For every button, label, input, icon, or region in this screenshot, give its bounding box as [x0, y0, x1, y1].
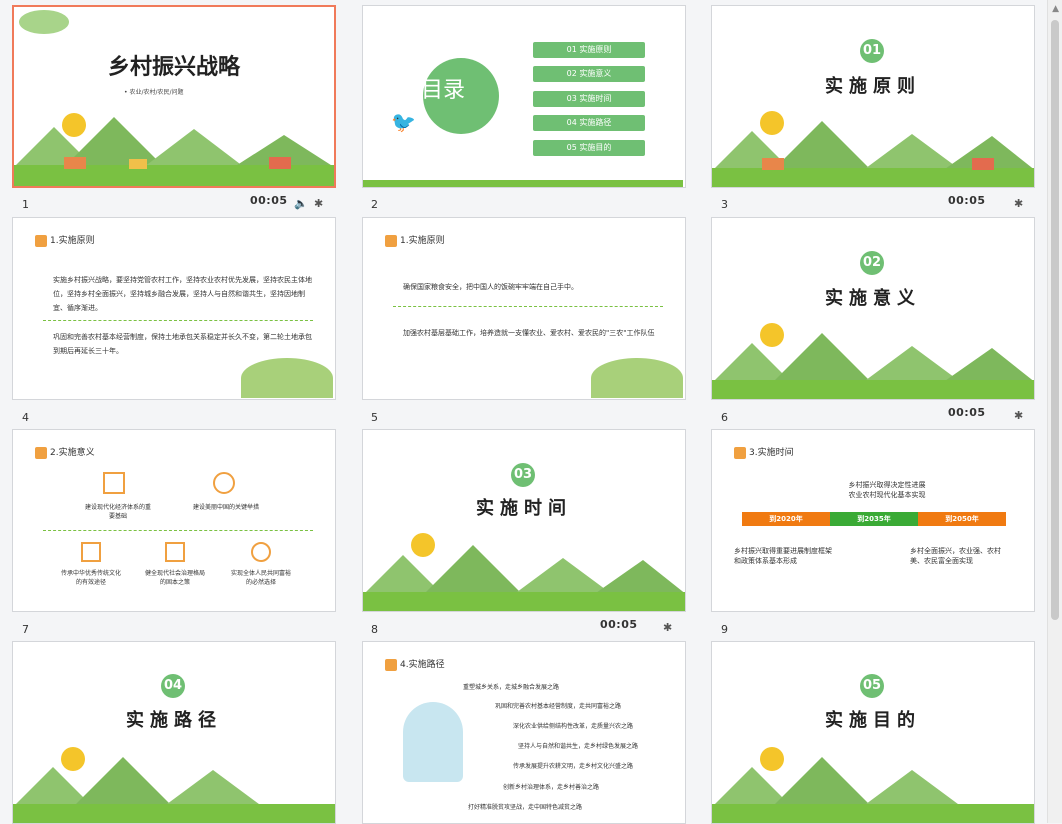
chart-icon [103, 472, 125, 494]
toc-item-3[interactable]: 03 实施时间 [533, 91, 645, 107]
slide-number-2: 2 [371, 198, 378, 211]
slide-timing-3: 00:05 [948, 194, 986, 207]
slide-thumbnail-1[interactable]: 乡村振兴战略 • 农业/农村/农民/问题 [12, 5, 336, 188]
body-paragraph-2: 加强农村基层基础工作，培养造就一支懂农业、爱农村、爱农民的"三农"工作队伍 [403, 329, 655, 337]
toc-item-4[interactable]: 04 实施路径 [533, 115, 645, 131]
slide-sorter-grid: 乡村振兴战略 • 农业/农村/农民/问题 1 00:05 🔈 ✱ 目录 🐦 01… [0, 0, 1048, 824]
timeline-2035: 到2035年 [830, 512, 918, 526]
slide-number-5: 5 [371, 411, 378, 424]
timeline-2050: 到2050年 [918, 512, 1006, 526]
transition-star-icon[interactable]: ✱ [314, 197, 323, 210]
step-7: 打好精准脱贫攻坚战，走中国特色减贫之路 [468, 804, 583, 811]
divider [393, 306, 663, 307]
slide-number-6: 6 [721, 411, 728, 424]
slide-timing-1: 00:05 [250, 194, 288, 207]
slide-thumbnail-8[interactable]: 03 实施时间 [362, 429, 686, 612]
body-paragraph-1: 确保国家粮食安全，把中国人的饭碗牢牢端在自己手中。 [403, 283, 578, 291]
slide-number-1: 1 [22, 198, 29, 211]
section-badge: 05 [860, 674, 884, 698]
landscape-illustration [13, 747, 335, 823]
audio-icon: 🔈 [294, 197, 308, 210]
slide-title: 实施路径 [126, 710, 222, 731]
slide-thumbnail-11[interactable]: 4.实施路径 重塑城乡关系，走城乡融合发展之路 巩固和完善农村基本经营制度，走共… [362, 641, 686, 824]
vertical-scrollbar[interactable]: ▲ [1047, 0, 1062, 823]
slide-title: 实施原则 [825, 76, 921, 97]
goal-2020-text: 乡村振兴取得重要进展制度框架和政策体系基本形成 [734, 547, 832, 565]
meaning-item-5: 实现全体人民共同富裕的必然选择 [230, 570, 291, 586]
meaning-item-1: 建设现代化经济体系的重要基础 [85, 504, 152, 520]
slide-thumbnail-3[interactable]: 01 实施原则 [711, 5, 1035, 188]
step-5: 传承发展提升农耕文明，走乡村文化兴盛之路 [513, 763, 634, 770]
slide-number-9: 9 [721, 623, 728, 636]
toc-item-2[interactable]: 02 实施意义 [533, 66, 645, 82]
timeline-2020: 到2020年 [742, 512, 830, 526]
section-tag: 4.实施路径 [385, 657, 445, 671]
slide-thumbnail-12[interactable]: 05 实施目的 [711, 641, 1035, 824]
section-tag: 1.实施原则 [35, 233, 95, 247]
slide-title: 乡村振兴战略 [107, 55, 240, 80]
mountain-icon [81, 542, 101, 562]
toc-title: 目录 [421, 78, 466, 103]
money-icon [251, 542, 271, 562]
transition-star-icon[interactable]: ✱ [1014, 409, 1023, 422]
divider [43, 530, 313, 531]
step-1: 重塑城乡关系，走城乡融合发展之路 [463, 684, 560, 691]
step-4: 坚持人与自然和谐共生，走乡村绿色发展之路 [518, 743, 639, 750]
swallow-icon: 🐦 [391, 110, 416, 134]
field-illustration [591, 358, 683, 398]
divider [43, 320, 313, 321]
slide-title: 实施意义 [825, 288, 921, 309]
footer-band [363, 180, 683, 187]
slide-timing-6: 00:05 [948, 406, 986, 419]
section-badge: 03 [511, 463, 535, 487]
meaning-item-3: 传承中华优秀传统文化的有效途径 [60, 570, 121, 586]
farmer-illustration [403, 702, 463, 782]
slide-number-7: 7 [22, 623, 29, 636]
slide-thumbnail-5[interactable]: 1.实施原则 确保国家粮食安全，把中国人的饭碗牢牢端在自己手中。 加强农村基层基… [362, 217, 686, 400]
slide-title: 实施时间 [476, 498, 572, 519]
meaning-item-4: 健全现代社会治理格局的固本之策 [144, 570, 205, 586]
goal-2050-text: 乡村全面振兴，农业强、农村美、农民富全面实现 [910, 547, 1001, 565]
slide-thumbnail-7[interactable]: 2.实施意义 建设现代化经济体系的重要基础 建设美丽中国的关键举措 传承中华优秀… [12, 429, 336, 612]
slide-number-4: 4 [22, 411, 29, 424]
step-6: 创新乡村治理体系，走乡村善治之路 [503, 784, 600, 791]
scroll-up-icon[interactable]: ▲ [1052, 4, 1059, 14]
section-tag: 2.实施意义 [35, 445, 95, 459]
transition-star-icon[interactable]: ✱ [1014, 197, 1023, 210]
transition-star-icon[interactable]: ✱ [663, 621, 672, 634]
slide-thumbnail-2[interactable]: 目录 🐦 01 实施原则 02 实施意义 03 实施时间 04 实施路径 05 … [362, 5, 686, 188]
slide-thumbnail-10[interactable]: 04 实施路径 [12, 641, 336, 824]
slide-thumbnail-6[interactable]: 02 实施意义 [711, 217, 1035, 400]
slide-timing-8: 00:05 [600, 618, 638, 631]
landscape-illustration [363, 533, 685, 611]
slide-subtitle: • 农业/农村/农民/问题 [124, 89, 184, 96]
slide-thumbnail-4[interactable]: 1.实施原则 实施乡村振兴战略，要坚持党管农村工作，坚持农业农村优先发展，坚持农… [12, 217, 336, 400]
meaning-item-2: 建设美丽中国的关键举措 [193, 504, 260, 511]
section-badge: 01 [860, 39, 884, 63]
landscape-illustration [14, 10, 334, 186]
knot-icon [213, 472, 235, 494]
slide-number-8: 8 [371, 623, 378, 636]
step-2: 巩固和完善农村基本经营制度，走共同富裕之路 [495, 703, 622, 710]
section-tag: 3.实施时间 [734, 445, 794, 459]
section-badge: 02 [860, 251, 884, 275]
landscape-illustration [712, 747, 1034, 823]
step-3: 深化农业供给侧结构性改革，走质量兴农之路 [513, 723, 634, 730]
body-paragraph-2: 巩固和完善农村基本经营制度，保持土地承包关系稳定并长久不变，第二轮土地承包到期后… [53, 333, 312, 355]
slide-thumbnail-9[interactable]: 3.实施时间 乡村振兴取得决定性进展 农业农村现代化基本实现 到2020年 到2… [711, 429, 1035, 612]
scrollbar-thumb[interactable] [1051, 20, 1059, 620]
toc-item-1[interactable]: 01 实施原则 [533, 42, 645, 58]
section-badge: 04 [161, 674, 185, 698]
slide-number-3: 3 [721, 198, 728, 211]
section-tag: 1.实施原则 [385, 233, 445, 247]
body-paragraph-1: 实施乡村振兴战略，要坚持党管农村工作，坚持农业农村优先发展，坚持农民主体地位，坚… [53, 276, 312, 312]
slide-title: 实施目的 [825, 710, 921, 731]
field-illustration [241, 358, 333, 398]
toc-item-5[interactable]: 05 实施目的 [533, 140, 645, 156]
goal-2035-text: 乡村振兴取得决定性进展 农业农村现代化基本实现 [848, 481, 926, 499]
frame-icon [165, 542, 185, 562]
